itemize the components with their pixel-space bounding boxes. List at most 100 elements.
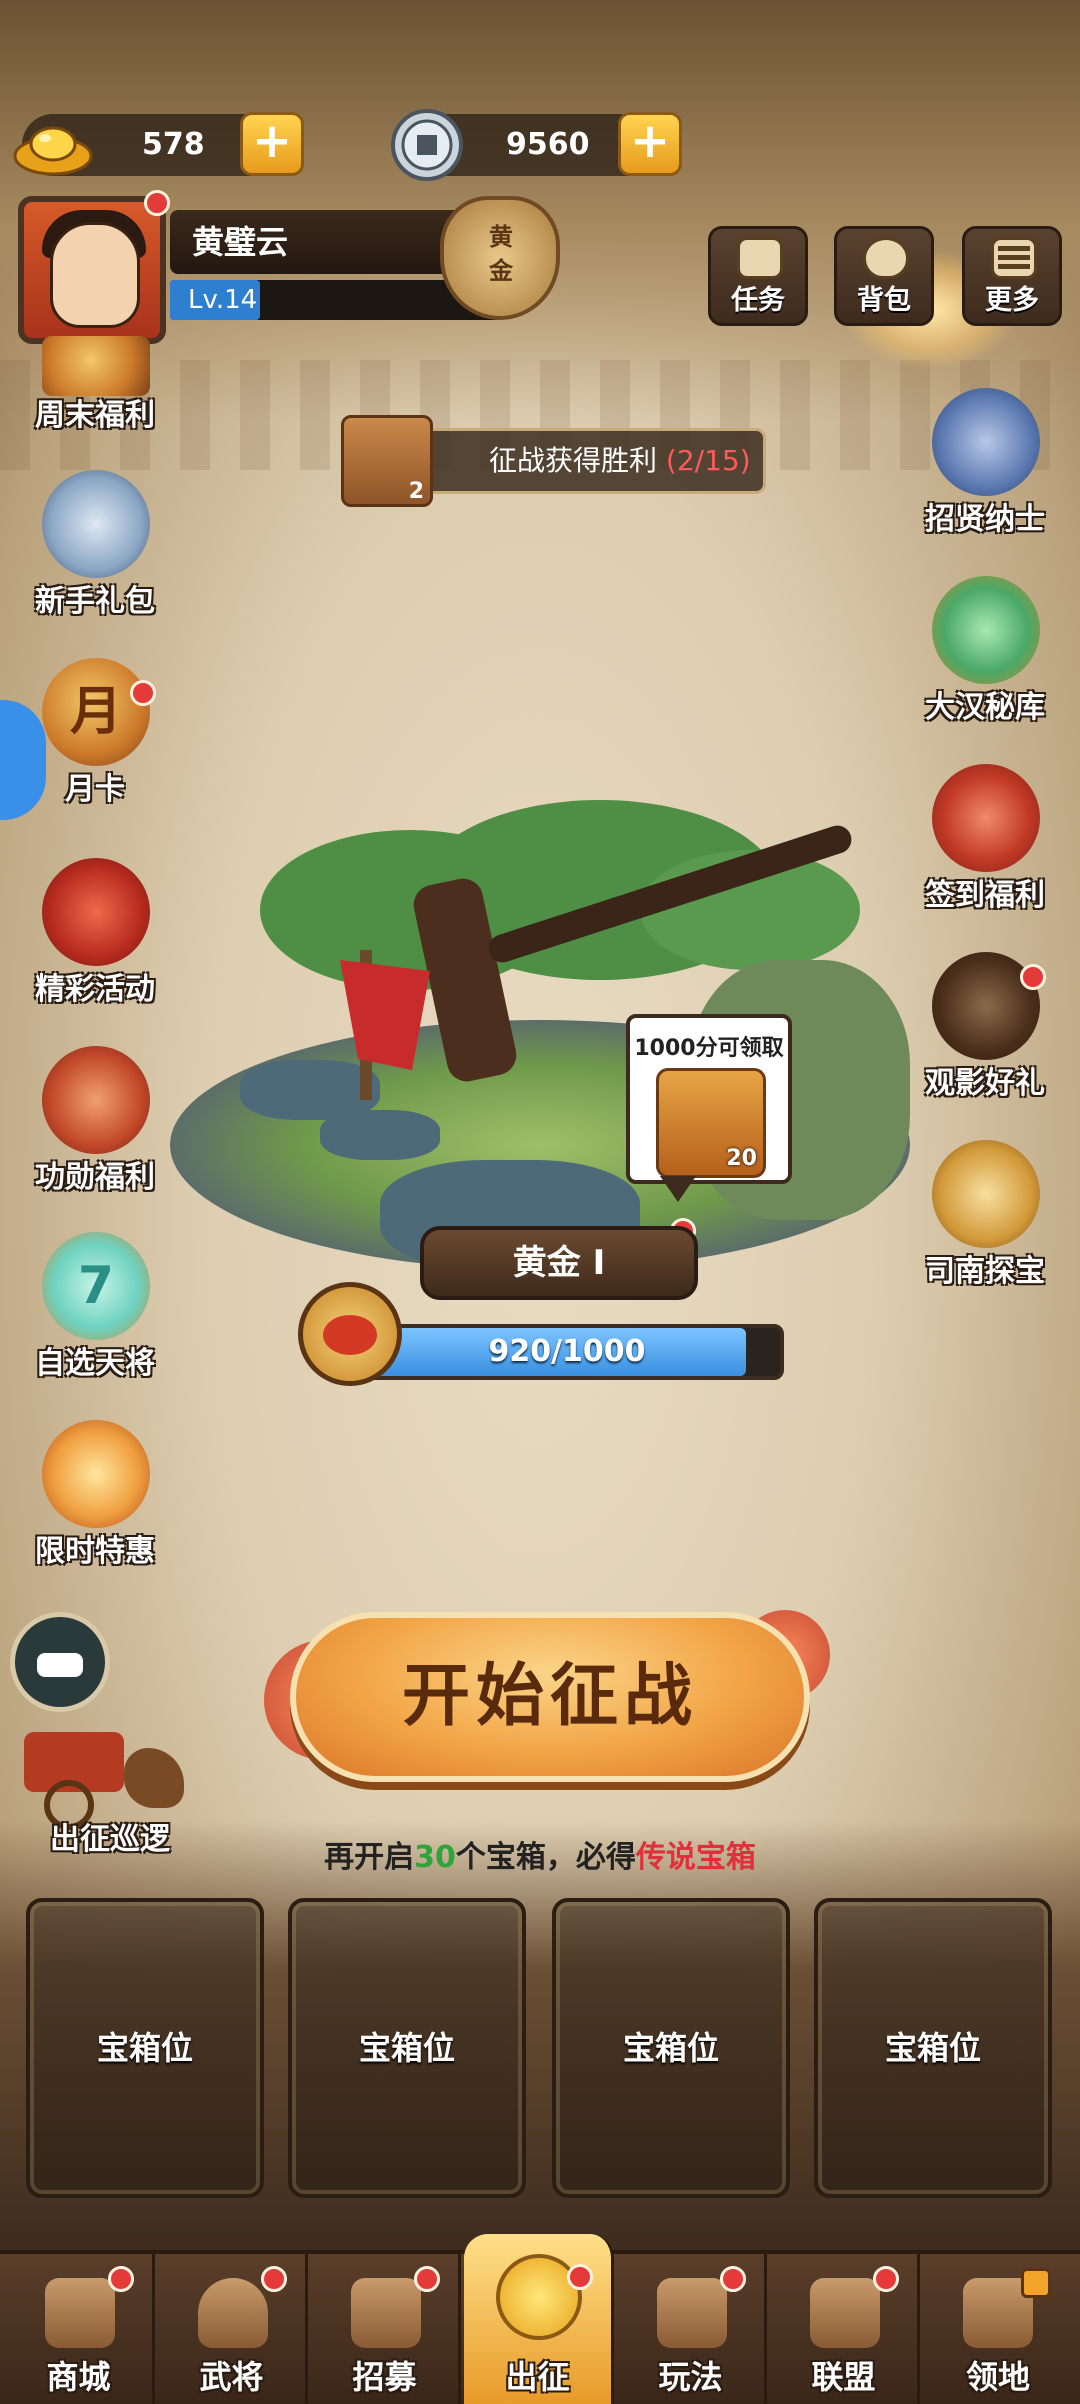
recruit-scroll-icon	[351, 2278, 421, 2348]
merit-welfare-label: 功勋福利	[35, 1160, 155, 1195]
quest-description: 征战获得胜利	[489, 444, 658, 477]
sign-in-welfare-label: 签到福利	[925, 878, 1045, 913]
stone-step-2	[320, 1110, 440, 1160]
quest-text: 征战获得胜利 (2/15)	[489, 431, 751, 491]
reward-count: 20	[726, 1146, 757, 1171]
compass-treasure-button[interactable]: 司南探宝	[910, 1140, 1060, 1300]
lotus-icon	[42, 1420, 150, 1528]
han-treasury-label: 大汉秘库	[925, 690, 1045, 725]
reward-bubble[interactable]: 1000分可领取 20	[626, 1014, 792, 1184]
nav-shop[interactable]: 商城	[5, 2254, 155, 2404]
seal-stamp-icon	[932, 764, 1040, 872]
nav-battle[interactable]: 出征	[464, 2234, 614, 2404]
shop-icon	[45, 2278, 115, 2348]
nav-recruit-label: 招募	[352, 2358, 417, 2396]
limited-offer-label: 限时特惠	[35, 1534, 155, 1569]
hint-highlight: 传说宝箱	[635, 1840, 756, 1875]
tasks-label: 任务	[731, 285, 785, 316]
bottom-navigation: 商城 武将 招募 出征 玩法 联盟 领地	[0, 2234, 1080, 2404]
rank-badge-label: 黄金	[489, 223, 513, 285]
bag-icon	[863, 237, 909, 279]
watch-video-gift-label: 观影好礼	[925, 1066, 1045, 1101]
reward-bubble-title: 1000分可领取	[634, 1036, 784, 1061]
backpack-button[interactable]: 背包	[834, 226, 934, 326]
chest-hint: 再开启30个宝箱，必得传说宝箱	[0, 1832, 1080, 1876]
rank-plate-label: 黄金 I	[512, 1243, 606, 1283]
newbie-pack-label: 新手礼包	[35, 584, 155, 619]
compass-treasure-label: 司南探宝	[925, 1254, 1045, 1289]
nav-battle-label: 出征	[505, 2358, 570, 2396]
quest-count: 2	[408, 479, 424, 504]
tasks-button[interactable]: 任务	[708, 226, 808, 326]
score-progress-text: 920/1000	[488, 1334, 646, 1369]
recruit-talent-button[interactable]: 招贤纳士	[910, 388, 1060, 548]
recruit-talent-icon	[932, 388, 1040, 496]
events-label: 精彩活动	[35, 972, 155, 1007]
nav-recruit-dot	[414, 2266, 440, 2292]
chest-slot-3[interactable]: 宝箱位	[552, 1898, 790, 2198]
more-button[interactable]: 更多	[962, 226, 1062, 326]
quest-progress: (2/15)	[665, 444, 751, 477]
coin-currency: 9560 +	[391, 109, 682, 181]
han-treasury-button[interactable]: 大汉秘库	[910, 576, 1060, 736]
events-icon	[42, 858, 150, 966]
nav-territory[interactable]: 领地	[923, 2254, 1073, 2404]
nav-alliance-dot	[873, 2266, 899, 2292]
hint-prefix: 再开启	[324, 1840, 415, 1875]
reward-bubble-tail	[660, 1176, 696, 1202]
gold-amount: 578	[142, 127, 205, 162]
monthly-card-notification-dot	[130, 680, 156, 706]
limited-offer-button[interactable]: 限时特惠	[20, 1420, 170, 1580]
nav-generals[interactable]: 武将	[158, 2254, 308, 2404]
nav-gameplay-dot	[720, 2266, 746, 2292]
choose-general-button[interactable]: 7 自选天将	[20, 1232, 170, 1392]
watch-video-notification-dot	[1020, 964, 1046, 990]
monthly-card-glyph: 月	[69, 682, 122, 742]
battle-gong-icon	[496, 2254, 582, 2340]
hint-number: 30	[414, 1840, 456, 1875]
add-gold-button[interactable]: +	[240, 112, 304, 176]
nav-recruit[interactable]: 招募	[311, 2254, 461, 2404]
nav-gameplay-label: 玩法	[658, 2358, 723, 2396]
horse-icon	[124, 1748, 184, 1808]
chest-slot-2[interactable]: 宝箱位	[288, 1898, 526, 2198]
player-name-plate: 黄璧云	[170, 210, 470, 274]
chest-slot-label: 宝箱位	[884, 2029, 981, 2067]
chest-slot-label: 宝箱位	[358, 2029, 455, 2067]
helmet-icon	[198, 2278, 268, 2348]
more-label: 更多	[985, 285, 1039, 316]
add-coin-button[interactable]: +	[618, 112, 682, 176]
nav-alliance[interactable]: 联盟	[770, 2254, 920, 2404]
nav-gameplay[interactable]: 玩法	[617, 2254, 767, 2404]
nav-generals-label: 武将	[199, 2358, 264, 2396]
chat-button[interactable]	[10, 1612, 110, 1712]
scroll-icon	[737, 237, 783, 279]
player-name: 黄璧云	[192, 223, 289, 261]
newbie-pack-button[interactable]: 新手礼包	[20, 470, 170, 630]
coin-amount: 9560	[506, 127, 590, 162]
nav-battle-dot	[567, 2264, 593, 2290]
weekend-welfare-button[interactable]: 周末福利	[20, 300, 170, 433]
chest-slot-1[interactable]: 宝箱位	[26, 1898, 264, 2198]
rank-badge[interactable]: 黄金	[440, 196, 560, 320]
hint-middle: 个宝箱，必得	[455, 1840, 636, 1875]
backpack-label: 背包	[857, 285, 911, 316]
score-progress-bar: 920/1000	[350, 1324, 784, 1380]
nav-shop-dot	[108, 2266, 134, 2292]
chest-slot-4[interactable]: 宝箱位	[814, 1898, 1052, 2198]
chat-bubble-icon	[37, 1653, 83, 1677]
jade-icon	[932, 576, 1040, 684]
recruit-talent-label: 招贤纳士	[925, 502, 1045, 537]
choose-general-label: 自选天将	[35, 1346, 155, 1381]
events-button[interactable]: 精彩活动	[20, 858, 170, 1018]
avatar-notification-dot	[144, 190, 170, 216]
chest-slot-label: 宝箱位	[96, 2029, 193, 2067]
start-battle-button[interactable]: 开始征战	[290, 1612, 810, 1782]
nav-generals-dot	[261, 2266, 287, 2292]
merit-welfare-icon	[42, 1046, 150, 1154]
quest-banner[interactable]: 2 征战获得胜利 (2/15)	[341, 415, 766, 507]
pouch-inner	[323, 1315, 377, 1355]
merit-welfare-button[interactable]: 功勋福利	[20, 1046, 170, 1206]
nav-shop-label: 商城	[46, 2358, 111, 2396]
sign-in-welfare-button[interactable]: 签到福利	[910, 764, 1060, 924]
